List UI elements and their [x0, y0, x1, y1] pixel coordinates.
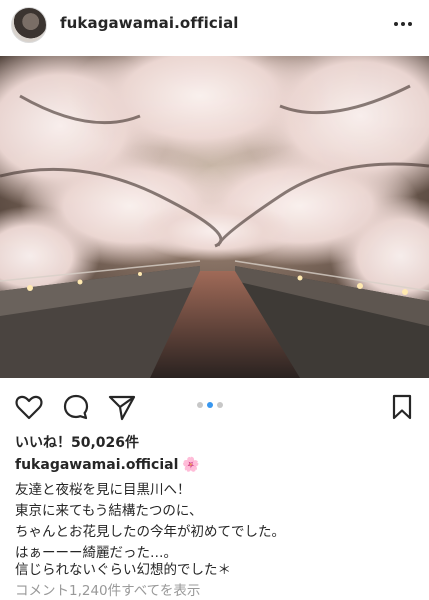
post-header: fukagawamai.official [0, 0, 429, 55]
post-photo[interactable] [0, 56, 429, 378]
view-all-comments-link[interactable]: コメント1,240件すべてを表示 [15, 579, 200, 599]
carousel-dot-active [207, 402, 213, 408]
bookmark-icon[interactable] [387, 392, 417, 422]
carousel-indicator [197, 402, 227, 408]
carousel-dot [217, 402, 223, 408]
caption-line: 東京に来てもう結構たつのに、 [15, 503, 203, 519]
more-options-icon[interactable] [393, 14, 413, 34]
heart-icon[interactable] [14, 392, 44, 422]
cherry-blossom-emoji: 🌸 [182, 457, 200, 473]
username[interactable]: fukagawamai.official [60, 14, 239, 32]
caption-line: 信じられないぐらい幻想的でした＊ [15, 562, 231, 578]
caption-username-row: fukagawamai.official 🌸 [15, 457, 200, 473]
cherry-blossom-photo [0, 56, 429, 378]
like-count[interactable]: いいね！50,026件 [15, 432, 139, 452]
avatar[interactable] [11, 7, 47, 43]
caption-line: 友達と夜桜を見に目黒川へ！ [15, 482, 191, 498]
caption-username[interactable]: fukagawamai.official [15, 457, 178, 473]
caption-line: ちゃんとお花見したの今年が初めてでした。 [15, 524, 285, 540]
carousel-dot [197, 402, 203, 408]
comment-icon[interactable] [61, 392, 91, 422]
send-icon[interactable] [107, 392, 137, 422]
